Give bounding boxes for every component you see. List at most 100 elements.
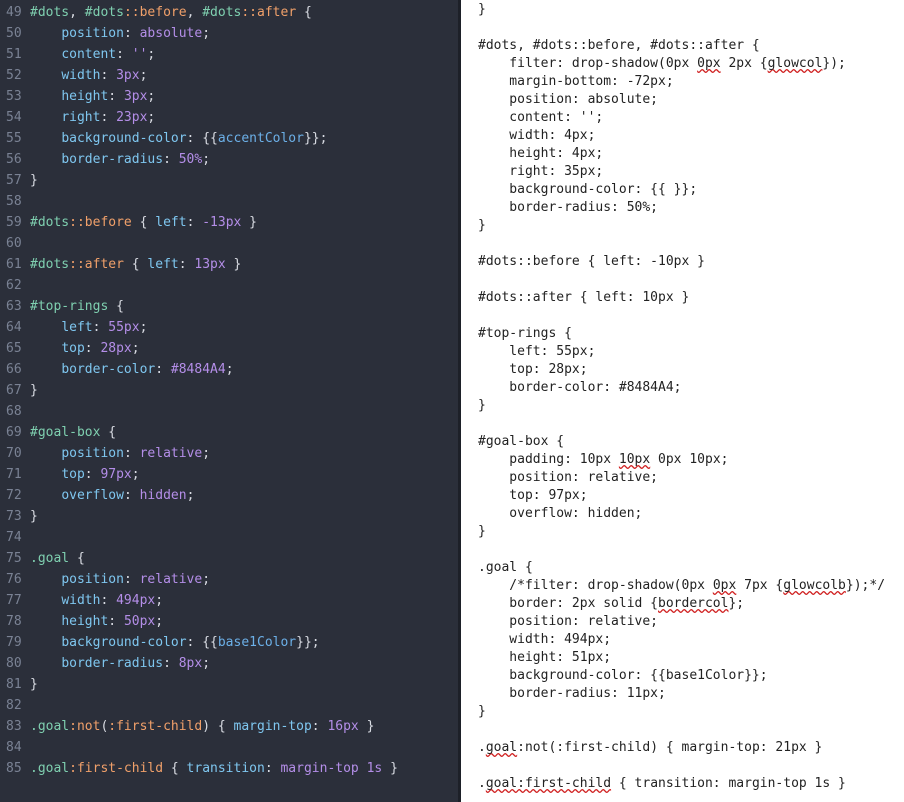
code-line[interactable]: 84 [0, 737, 30, 758]
text-line[interactable]: left: 55px; [478, 343, 595, 361]
code-line[interactable]: 80 border-radius: 8px; [0, 653, 210, 674]
code-line[interactable]: 75 .goal { [0, 548, 85, 569]
text-line[interactable]: #dots::before { left: -10px } [478, 253, 705, 271]
text-line[interactable]: padding: 10px 10px 0px 10px; [478, 451, 728, 469]
code-line[interactable]: 61 #dots::after { left: 13px } [0, 254, 241, 275]
code-line[interactable]: 55 background-color: {{accentColor}}; [0, 128, 327, 149]
text-line[interactable]: border-color: #8484A4; [478, 379, 681, 397]
text-line[interactable]: position: relative; [478, 469, 658, 487]
text-line[interactable]: #top-rings { [478, 325, 572, 343]
code-line[interactable]: 76 position: relative; [0, 569, 210, 590]
text-line[interactable]: /*filter: drop-shadow(0px 0px 7px {glowc… [478, 577, 885, 595]
text-segment: content: ''; [478, 110, 604, 125]
text-line[interactable]: border: 2px solid {bordercol}; [478, 595, 744, 613]
text-line[interactable]: .goal:first-child { transition: margin-t… [478, 775, 846, 793]
code-line[interactable]: 70 position: relative; [0, 443, 210, 464]
text-line[interactable]: #dots, #dots::before, #dots::after { [478, 37, 760, 55]
code-line[interactable]: 71 top: 97px; [0, 464, 140, 485]
code-line[interactable]: 67} [0, 380, 38, 401]
text-line[interactable]: top: 97px; [478, 487, 587, 505]
code-token: #dots [30, 257, 70, 272]
text-line[interactable]: height: 4px; [478, 145, 603, 163]
code-text: left: 55px; [30, 320, 147, 335]
text-line[interactable]: #goal-box { [478, 433, 564, 451]
code-line[interactable]: 53 height: 3px; [0, 86, 155, 107]
code-line[interactable]: 77 width: 494px; [0, 590, 163, 611]
code-line[interactable]: 51 content: ''; [0, 44, 155, 65]
line-number: 56 [6, 152, 22, 167]
code-line[interactable]: 50 position: absolute; [0, 23, 210, 44]
code-line[interactable]: 82 [0, 695, 30, 716]
text-line[interactable]: #dots::after { left: 10px } [478, 289, 689, 307]
code-line[interactable]: 73} [0, 506, 38, 527]
code-line[interactable]: 58 [0, 191, 30, 212]
code-line[interactable]: 69 #goal-box { [0, 422, 116, 443]
text-line[interactable]: right: 35px; [478, 163, 603, 181]
text-line[interactable]: height: 51px; [478, 649, 611, 667]
code-line[interactable]: 78 height: 50px; [0, 611, 163, 632]
line-number: 60 [6, 236, 22, 251]
code-line[interactable]: 74 [0, 527, 30, 548]
text-line[interactable]: margin-bottom: -72px; [478, 73, 673, 91]
code-line[interactable]: 65 top: 28px; [0, 338, 140, 359]
text-line[interactable]: } [478, 523, 486, 541]
text-line[interactable]: } [478, 217, 486, 235]
code-line[interactable]: 60 [0, 233, 30, 254]
code-line[interactable]: 66 border-color: #8484A4; [0, 359, 234, 380]
text-line[interactable]: top: 28px; [478, 361, 587, 379]
text-line[interactable]: } [478, 397, 486, 415]
line-number: 84 [6, 740, 22, 755]
line-number: 53 [6, 89, 22, 104]
code-line[interactable]: 79 background-color: {{base1Color}}; [0, 632, 320, 653]
left-code-editor[interactable]: 49 #dots, #dots::before, #dots::after {50… [0, 0, 458, 802]
code-line[interactable]: 49 #dots, #dots::before, #dots::after { [0, 2, 312, 23]
code-token: : [155, 362, 171, 377]
text-line[interactable]: border-radius: 50%; [478, 199, 658, 217]
text-line[interactable]: position: absolute; [478, 91, 658, 109]
code-line[interactable]: 59 #dots::before { left: -13px } [0, 212, 257, 233]
text-line[interactable]: width: 494px; [478, 631, 611, 649]
code-line[interactable]: 68 [0, 401, 30, 422]
line-number: 79 [6, 635, 22, 650]
code-text: width: 3px; [30, 68, 147, 83]
text-segment: position: absolute; [478, 92, 659, 107]
code-text: } [30, 383, 38, 398]
code-line[interactable]: 54 right: 23px; [0, 107, 155, 128]
text-line[interactable]: background-color: {{ }}; [478, 181, 697, 199]
text-line[interactable]: filter: drop-shadow(0px 0px 2px {glowcol… [478, 55, 846, 73]
text-line[interactable]: position: relative; [478, 613, 658, 631]
code-line[interactable]: 62 [0, 275, 30, 296]
code-line[interactable]: 57} [0, 170, 38, 191]
text-segment: #dots, #dots::before, #dots::after { [478, 38, 760, 53]
line-number: 68 [6, 404, 22, 419]
code-line[interactable]: 52 width: 3px; [0, 65, 147, 86]
code-line[interactable]: 83 .goal:not(:first-child) { margin-top: … [0, 716, 374, 737]
code-token: #dots [30, 215, 70, 230]
right-text-editor[interactable]: } #dots, #dots::before, #dots::after { fi… [461, 0, 904, 802]
text-line[interactable]: .goal:not(:first-child) { margin-top: 21… [478, 739, 822, 757]
text-line[interactable]: content: ''; [478, 109, 603, 127]
text-segment: { transition: margin-top 1s } [611, 776, 846, 791]
text-line[interactable]: } [478, 703, 486, 721]
text-segment: }); [822, 56, 846, 71]
code-text: height: 50px; [30, 614, 163, 629]
code-text: .goal:first-child { transition: margin-t… [30, 761, 398, 776]
text-line[interactable]: .goal { [478, 559, 533, 577]
code-line[interactable]: 85 .goal:first-child { transition: margin… [0, 758, 398, 779]
text-line[interactable]: overflow: hidden; [478, 505, 642, 523]
text-line[interactable]: border-radius: 11px; [478, 685, 666, 703]
text-line[interactable]: width: 4px; [478, 127, 595, 145]
code-line[interactable]: 64 left: 55px; [0, 317, 147, 338]
code-token: 3px [123, 89, 148, 104]
line-number: 78 [6, 614, 22, 629]
code-line[interactable]: 56 border-radius: 50%; [0, 149, 210, 170]
text-line[interactable]: background-color: {{base1Color}}; [478, 667, 767, 685]
code-line[interactable]: 72 overflow: hidden; [0, 485, 194, 506]
text-line[interactable]: } [478, 1, 486, 19]
code-line[interactable]: 81} [0, 674, 38, 695]
code-line[interactable]: 63 #top-rings { [0, 296, 124, 317]
